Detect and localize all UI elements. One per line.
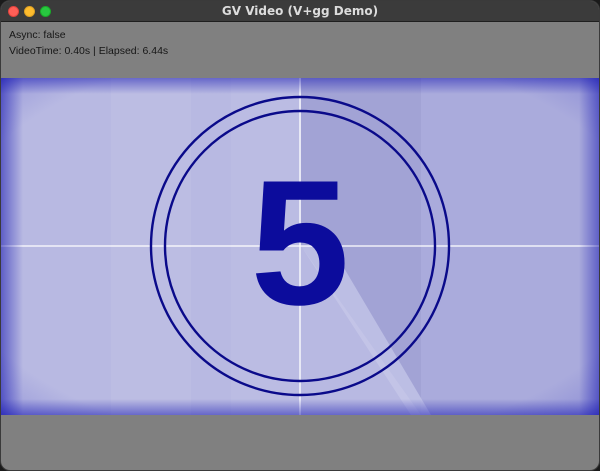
- video-frame: 5: [1, 78, 599, 415]
- window-title: GV Video (V+gg Demo): [221, 4, 379, 18]
- title-bar[interactable]: GV Video (V+gg Demo): [1, 1, 599, 22]
- countdown-leader-graphic: 5: [1, 78, 599, 415]
- async-status-text: Async: false: [9, 29, 66, 41]
- app-window: GV Video (V+gg Demo) Async: false VideoT…: [0, 0, 600, 471]
- vignette-overlay: [1, 78, 599, 415]
- video-timing-text: VideoTime: 0.40s | Elapsed: 6.44s: [9, 45, 169, 57]
